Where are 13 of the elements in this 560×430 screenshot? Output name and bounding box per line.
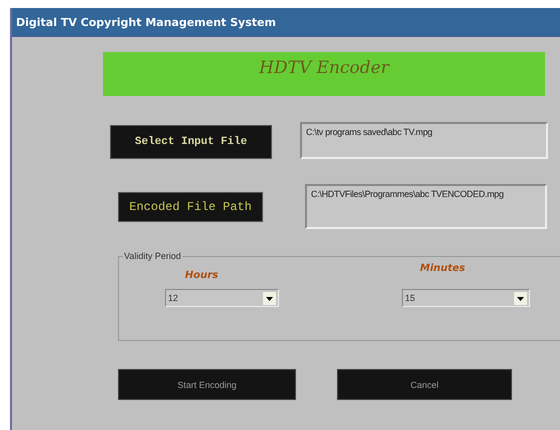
- group-title: Validity Period: [123, 251, 182, 261]
- hours-dropdown[interactable]: 12: [165, 289, 279, 307]
- minutes-dropdown[interactable]: 15: [402, 289, 530, 307]
- banner: HDTV Encoder: [103, 52, 545, 96]
- path-field[interactable]: C:\HDTVFiles\Programmes\abc TVENCODED.mpg: [305, 184, 547, 229]
- hours-label: Hours: [185, 270, 218, 283]
- start-encoding-button[interactable]: Start Encoding: [118, 369, 296, 400]
- minutes-label: Minutes: [420, 263, 466, 276]
- select-file-button[interactable]: Select Input File: [110, 125, 272, 159]
- cancel-button[interactable]: Cancel: [337, 369, 512, 400]
- path-field[interactable]: C:\tv programs saved\abc TV.mpg: [300, 122, 548, 159]
- output-path-button[interactable]: Encoded File Path: [118, 192, 263, 222]
- window-title: Digital TV Copyright Management System: [16, 16, 276, 28]
